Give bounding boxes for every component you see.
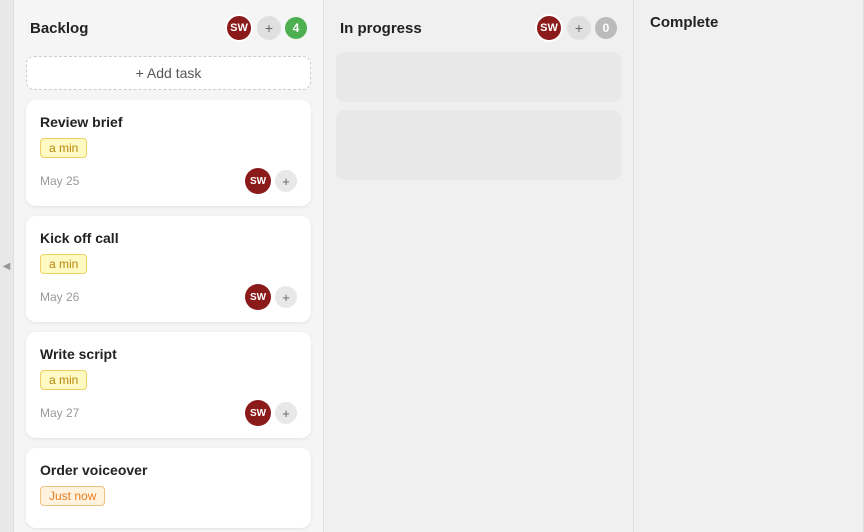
inprogress-placeholder-1: [336, 52, 621, 102]
card-title: Order voiceover: [40, 462, 297, 478]
backlog-header: Backlog SW + 4: [14, 0, 323, 52]
column-inprogress: In progress SW + 0: [324, 0, 634, 532]
card-avatar-group: SW +: [245, 284, 297, 310]
card-tag: a min: [40, 254, 87, 274]
card-avatar-group: SW +: [245, 400, 297, 426]
backlog-avatar: SW: [225, 14, 253, 42]
card-order-voiceover[interactable]: Order voiceover Just now: [26, 448, 311, 528]
card-add-member-button[interactable]: +: [275, 402, 297, 424]
card-add-member-button[interactable]: +: [275, 286, 297, 308]
inprogress-add-member-button[interactable]: +: [567, 16, 591, 40]
backlog-title: Backlog: [30, 20, 88, 37]
backlog-count-badge: 4: [285, 17, 307, 39]
card-avatar: SW: [245, 168, 271, 194]
card-tag: Just now: [40, 486, 105, 506]
card-footer: May 25 SW +: [40, 168, 297, 194]
add-task-button[interactable]: + Add task: [26, 56, 311, 90]
card-date: May 26: [40, 290, 79, 304]
complete-title: Complete: [650, 14, 718, 31]
card-footer: May 27 SW +: [40, 400, 297, 426]
column-complete: Complete: [634, 0, 864, 532]
card-avatar: SW: [245, 400, 271, 426]
kanban-board: ◀ Backlog SW + 4 + Add task Review brief…: [0, 0, 864, 532]
card-footer: May 26 SW +: [40, 284, 297, 310]
backlog-add-member-button[interactable]: +: [257, 16, 281, 40]
card-title: Write script: [40, 346, 297, 362]
card-date: May 25: [40, 174, 79, 188]
card-add-member-button[interactable]: +: [275, 170, 297, 192]
complete-header: Complete: [634, 0, 863, 41]
inprogress-title: In progress: [340, 20, 422, 37]
card-title: Kick off call: [40, 230, 297, 246]
card-tag: a min: [40, 138, 87, 158]
card-title: Review brief: [40, 114, 297, 130]
card-avatar-group: SW +: [245, 168, 297, 194]
card-write-script[interactable]: Write script a min May 27 SW +: [26, 332, 311, 438]
inprogress-count-badge: 0: [595, 17, 617, 39]
inprogress-placeholder-2: [336, 110, 621, 180]
collapse-arrow-icon: ◀: [3, 261, 11, 272]
card-avatar: SW: [245, 284, 271, 310]
card-tag: a min: [40, 370, 87, 390]
inprogress-header: In progress SW + 0: [324, 0, 633, 52]
card-kickoff-call[interactable]: Kick off call a min May 26 SW +: [26, 216, 311, 322]
inprogress-avatar-group: SW + 0: [535, 14, 617, 42]
column-backlog: Backlog SW + 4 + Add task Review brief a…: [14, 0, 324, 532]
collapse-sidebar-tab[interactable]: ◀: [0, 0, 14, 532]
backlog-avatar-group: SW + 4: [225, 14, 307, 42]
inprogress-area: [324, 52, 633, 532]
card-review-brief[interactable]: Review brief a min May 25 SW +: [26, 100, 311, 206]
card-date: May 27: [40, 406, 79, 420]
backlog-cards-container: Review brief a min May 25 SW + Kick off …: [14, 100, 323, 532]
inprogress-avatar: SW: [535, 14, 563, 42]
